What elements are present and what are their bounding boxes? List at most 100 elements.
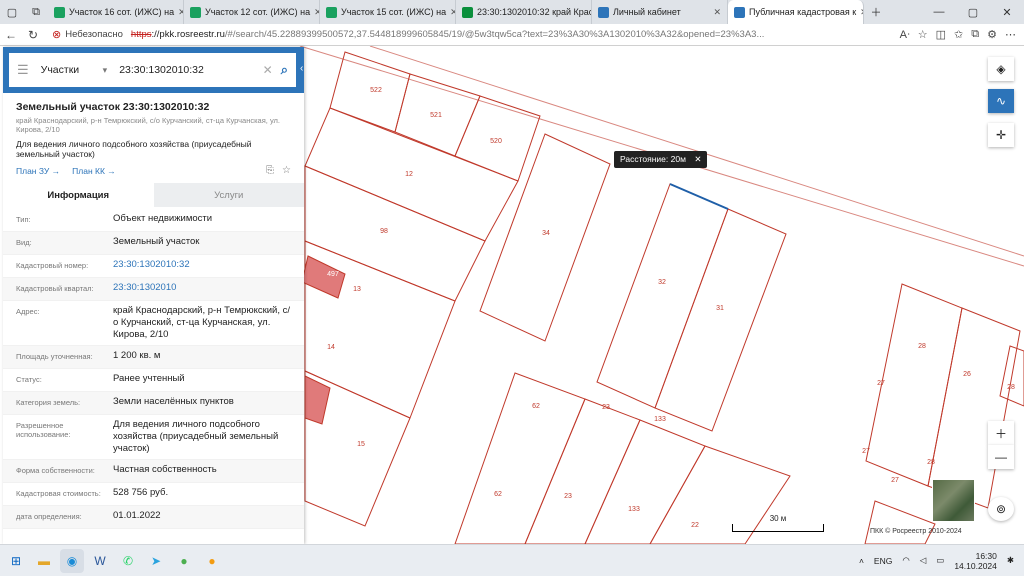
attribute-label: Категория земель:	[16, 398, 81, 407]
parcel-purpose: Для ведения личного подсобного хозяйства…	[16, 139, 252, 159]
parcel-number-label: 522	[370, 87, 382, 94]
attribute-label: Кадастровый номер:	[16, 261, 89, 270]
browser-tab-5[interactable]: Личный кабинет ✕	[592, 0, 728, 24]
url-path: /#/search/45.22889399500572,37.544818999…	[224, 29, 765, 40]
word-icon[interactable]: W	[88, 549, 112, 573]
attribute-value: Для ведения личного подсобного хозяйства…	[113, 419, 279, 454]
file-explorer-icon[interactable]: ▬	[32, 549, 56, 573]
collections-icon[interactable]: ⧉	[971, 28, 979, 41]
search-icon[interactable]: ⌕	[281, 62, 288, 78]
attribute-row: Кадастровый номер: 23:30:1302010:32	[3, 255, 304, 278]
parcel-number-label: 23	[602, 404, 610, 411]
parcel-number-label: 26	[963, 371, 971, 378]
site-favicon-icon	[190, 6, 201, 18]
distance-label: Расстояние: 20м	[620, 154, 686, 164]
wifi-icon[interactable]: ◠	[902, 555, 909, 566]
satellite-minimap[interactable]	[932, 479, 975, 522]
compass-button[interactable]: ⊚	[988, 497, 1014, 521]
security-label: Небезопасно	[65, 29, 123, 40]
url-scheme: https	[130, 29, 152, 40]
attribute-row: Адрес: край Краснодарский, р-н Темрюкский…	[3, 301, 304, 346]
tab-services[interactable]: Услуги	[153, 183, 304, 207]
parcel-number-label: 14	[327, 344, 335, 351]
zoom-out-button[interactable]: —	[988, 445, 1014, 469]
attribute-row: Тип: Объект недвижимости	[3, 209, 304, 232]
extensions-icon[interactable]: ⚙	[987, 28, 997, 41]
favorite-star-icon[interactable]: ☆	[918, 28, 928, 41]
search-document-icon[interactable]: ⎘	[266, 165, 274, 176]
chevron-left-icon[interactable]: ‹	[300, 63, 304, 79]
read-aloud-icon[interactable]: Aᐧ	[900, 28, 910, 41]
favorite-star-icon[interactable]: ☆	[282, 165, 291, 176]
browser-tab-1[interactable]: Участок 16 сот. (ИЖС) на ✕	[48, 0, 184, 24]
browser-tab-4[interactable]: 23:30:1302010:32 край Крас ✕	[456, 0, 592, 24]
close-window-icon[interactable]: ✕	[990, 6, 1024, 19]
windows-taskbar: ⊞ ▬ ◉ W ✆ ➤ ● ● ˄ ENG ◠ ◁ ▭ 16:30 14.10.…	[0, 544, 1024, 576]
attribute-value: Объект недвижимости	[113, 213, 213, 224]
parcel-27	[927, 307, 1021, 509]
app-icon[interactable]: ●	[172, 549, 196, 573]
clock[interactable]: 16:30 14.10.2024	[954, 551, 997, 571]
close-icon[interactable]: ✕	[713, 7, 721, 18]
chevron-up-icon[interactable]: ˄	[859, 556, 864, 566]
attribute-row: Форма собственности: Частная собственност…	[3, 460, 304, 483]
whatsapp-icon[interactable]: ✆	[116, 549, 140, 573]
parcel-62	[454, 372, 586, 544]
attribute-label: Тип:	[16, 215, 31, 224]
telegram-icon[interactable]: ➤	[144, 549, 168, 573]
attribute-row: Категория земель: Земли населённых пункто…	[3, 392, 304, 415]
chevron-down-icon[interactable]: ▾	[103, 65, 108, 76]
clear-icon[interactable]: ✕	[263, 63, 273, 77]
minimize-icon[interactable]: —	[922, 6, 956, 19]
start-icon[interactable]: ⊞	[4, 549, 28, 573]
layers-button[interactable]: ◈	[988, 57, 1014, 81]
edge-browser-icon[interactable]: ◉	[60, 548, 84, 573]
parcel-23	[524, 398, 641, 544]
parcel-number-label: 521	[430, 112, 442, 119]
tab-label: Участок 15 сот. (ИЖС) на	[341, 7, 447, 17]
url-field[interactable]: ⊗ Небезопасно https ://pkk.rosreestr.ru …	[52, 26, 792, 44]
tab-actions-icon[interactable]: ⧉	[24, 0, 48, 24]
more-menu-icon[interactable]: ⋯	[1005, 28, 1016, 41]
attribute-label: Адрес:	[16, 307, 40, 316]
volume-icon[interactable]: ◁	[920, 555, 927, 566]
back-icon[interactable]: ←	[0, 28, 22, 42]
browser-tab-3[interactable]: Участок 15 сот. (ИЖС) на ✕	[320, 0, 456, 24]
tab-label: Участок 12 сот. (ИЖС) на	[205, 7, 311, 17]
app-icon-2[interactable]: ●	[200, 549, 224, 573]
attribute-value: край Краснодарский, р-н Темрюкский, с/о …	[113, 305, 291, 340]
category-select[interactable]: Участки	[41, 64, 103, 76]
maximize-icon[interactable]: ▢	[956, 6, 990, 19]
menu-icon[interactable]: ☰	[17, 62, 29, 78]
parcel-number-label: 27	[877, 380, 885, 387]
search-input[interactable]: 23:30:1302010:32	[119, 64, 262, 76]
plan-zu-link[interactable]: План ЗУ →	[16, 166, 60, 176]
notifications-icon[interactable]: ✱	[1007, 555, 1014, 566]
scale-label: 30 м	[769, 514, 787, 523]
locate-button[interactable]: ✛	[988, 123, 1014, 147]
browser-tab-2[interactable]: Участок 12 сот. (ИЖС) на ✕	[184, 0, 320, 24]
plan-kk-link[interactable]: План КК →	[72, 166, 116, 176]
new-tab-icon[interactable]: ＋	[864, 0, 888, 24]
site-favicon-icon	[54, 6, 65, 18]
reload-icon[interactable]: ↻	[22, 28, 44, 42]
attribute-value: Земли населённых пунктов	[113, 396, 234, 407]
battery-icon[interactable]: ▭	[936, 555, 944, 566]
parcel-number-label: 22	[691, 522, 699, 529]
close-icon[interactable]: ✕	[694, 154, 701, 164]
zoom-in-button[interactable]: ＋	[988, 421, 1014, 445]
browser-tab-bar: ▢ ⧉ Участок 16 сот. (ИЖС) на ✕ Участок 1…	[0, 0, 1024, 24]
browser-tab-6-active[interactable]: Публичная кадастровая к ✕	[728, 0, 864, 24]
system-tray: ˄ ENG ◠ ◁ ▭ 16:30 14.10.2024 ✱	[859, 551, 1024, 571]
language-indicator[interactable]: ENG	[874, 556, 892, 566]
tab-info[interactable]: Информация	[3, 183, 154, 207]
split-screen-icon[interactable]: ◫	[936, 28, 946, 41]
attribute-row: дата определения: 01.01.2022	[3, 506, 304, 529]
measure-button[interactable]: ∿	[988, 89, 1014, 113]
attribute-value[interactable]: 23:30:1302010	[113, 282, 291, 294]
attribute-value[interactable]: 23:30:1302010:32	[113, 259, 291, 271]
search-box: ☰ Участки ▾ 23:30:1302010:32 ✕ ⌕	[9, 53, 296, 87]
attribute-row: Вид: Земельный участок	[3, 232, 304, 255]
profile-icon[interactable]: ▢	[0, 0, 24, 24]
favorites-icon[interactable]: ✩	[954, 28, 963, 41]
